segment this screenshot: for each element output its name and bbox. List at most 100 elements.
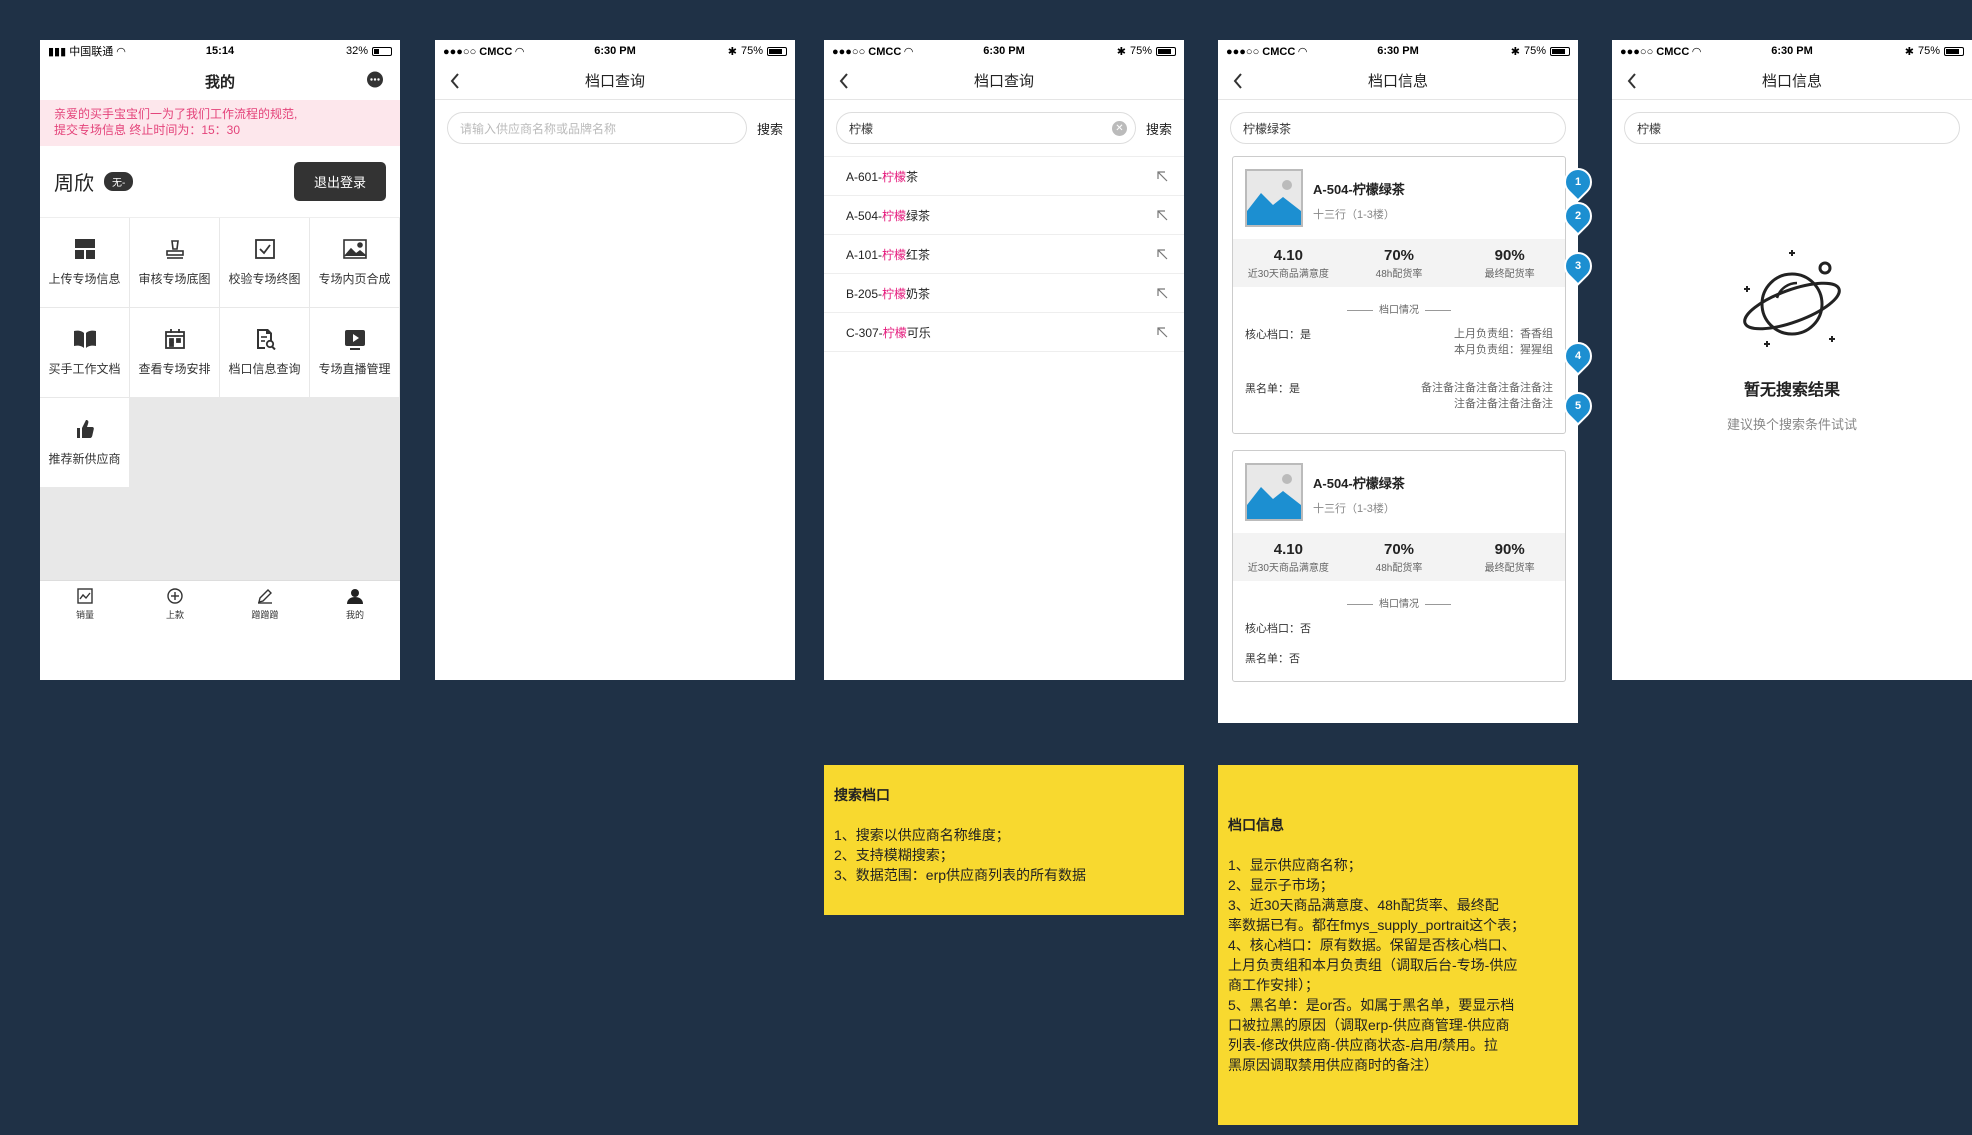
stats-row: 4.10 近30天商品满意度 70% 48h配货率 90% 最终配货率 <box>1233 239 1565 287</box>
empty-state: 暂无搜索结果 建议换个搜索条件试试 <box>1612 156 1972 433</box>
core-stall: 核心档口：否 <box>1245 623 1311 635</box>
suggestion-prefix: A-601- <box>846 169 883 184</box>
menu-review-base[interactable]: 审核专场底图 <box>130 218 219 307</box>
menu-area: 上传专场信息 审核专场底图 校验专场终图 专场内页合成 买手工作文档 查看专场安… <box>40 218 400 628</box>
suggestion-prefix: A-101- <box>846 247 883 262</box>
phone-stall-info: ●●●○○ CMCC ◠ 6:30 PM ✱ 75% 档口信息 柠檬绿茶 A-5… <box>1218 40 1598 723</box>
logout-button[interactable]: 退出登录 <box>293 162 386 201</box>
tab-ceng[interactable]: 蹭蹭蹭 <box>220 581 310 628</box>
tab-sales[interactable]: 销量 <box>40 581 130 628</box>
menu-label: 上传专场信息 <box>48 272 121 286</box>
menu-label: 档口信息查询 <box>228 362 301 376</box>
menu-live-manage[interactable]: 专场直播管理 <box>310 308 399 397</box>
carrier: CMCC <box>479 45 513 58</box>
note-line: 口被拉黑的原因（调取erp-供应商管理-供应商 <box>1228 1017 1510 1033</box>
back-icon[interactable] <box>834 71 854 91</box>
notice-line: 亲爱的买手宝宝们一为了我们工作流程的规范, <box>54 107 298 121</box>
nav-bar: 档口信息 <box>1218 62 1578 100</box>
this-month-group: 本月负责组：猩猩组 <box>1454 344 1553 356</box>
arrow-up-left-icon[interactable] <box>1156 248 1168 260</box>
back-icon[interactable] <box>1228 71 1248 91</box>
nav-bar: 档口查询 <box>435 62 795 100</box>
status-bar: ●●●○○ CMCC ◠ 6:30 PM ✱ 75% <box>435 40 795 62</box>
suggestion-item[interactable]: A-504-柠檬绿茶 <box>824 196 1184 235</box>
suggestion-highlight: 柠檬 <box>882 208 907 223</box>
back-icon[interactable] <box>445 71 465 91</box>
back-icon[interactable] <box>1622 71 1642 91</box>
arrow-up-left-icon[interactable] <box>1156 209 1168 221</box>
search-row: 柠檬 ✕ 搜索 <box>824 100 1184 156</box>
stat-final-rate: 90% 最终配货率 <box>1484 247 1535 280</box>
note-stall-info: 档口信息 1、显示供应商名称； 2、显示子市场； 3、近30天商品满意度、48h… <box>1218 765 1578 1125</box>
chat-icon[interactable] <box>366 71 384 93</box>
blacklist: 黑名单：否 <box>1245 653 1300 665</box>
page-title: 档口查询 <box>973 73 1034 90</box>
note-line: 黑原因调取禁用供应商时的备注） <box>1228 1057 1438 1073</box>
search-input[interactable]: 柠檬 <box>1624 112 1960 144</box>
stats-row: 4.10 近30天商品满意度 70% 48h配货率 90% 最终配货率 <box>1233 533 1565 581</box>
menu-stall-query[interactable]: 档口信息查询 <box>220 308 309 397</box>
note-line: 2、支持模糊搜索； <box>834 847 954 863</box>
doc-search-icon <box>256 329 276 350</box>
note-line: 上月负责组和本月负责组（调取后台-专场-供应 <box>1228 957 1518 973</box>
note-line: 商工作安排）； <box>1228 977 1319 993</box>
phone-stall-search: ●●●○○ CMCC ◠ 6:30 PM ✱ 75% 档口查询 请输入供应商名称… <box>435 40 795 680</box>
battery-icon <box>1156 46 1176 56</box>
battery-icon <box>372 46 392 56</box>
menu-label: 专场直播管理 <box>318 362 391 376</box>
suggestion-item[interactable]: C-307-柠檬可乐 <box>824 313 1184 352</box>
battery-percent: 32% <box>345 45 368 57</box>
suggestion-prefix: B-205- <box>846 286 883 301</box>
stall-market: 十三行（1-3楼） <box>1313 209 1395 221</box>
tab-upload[interactable]: 上款 <box>130 581 220 628</box>
search-button[interactable]: 搜索 <box>757 119 783 138</box>
menu-check-final[interactable]: 校验专场终图 <box>220 218 309 307</box>
stall-card[interactable]: A-504-柠檬绿茶 十三行（1-3楼） 4.10 近30天商品满意度 70% 48… <box>1232 156 1566 434</box>
search-input[interactable]: 柠檬 ✕ <box>836 112 1136 144</box>
tab-label: 我的 <box>345 610 364 620</box>
status-badge: 无- <box>104 172 134 191</box>
menu-grid: 上传专场信息 审核专场底图 校验专场终图 专场内页合成 买手工作文档 查看专场安… <box>40 218 400 487</box>
tab-label: 销量 <box>75 610 94 620</box>
note-line: 1、显示供应商名称； <box>1228 857 1362 873</box>
note-line: 3、数据范围：erp供应商列表的所有数据 <box>834 867 1087 883</box>
arrow-up-left-icon[interactable] <box>1156 287 1168 299</box>
note-line: 5、黑名单：是or否。如属于黑名单，要显示档 <box>1228 997 1515 1013</box>
remark: 注备注备注备注备注 <box>1454 398 1553 410</box>
tab-label: 蹭蹭蹭 <box>251 610 279 620</box>
search-row: 柠檬绿茶 <box>1218 100 1578 156</box>
layout-icon <box>74 239 95 259</box>
suggestion-item[interactable]: A-101-柠檬红茶 <box>824 235 1184 274</box>
stall-card[interactable]: A-504-柠檬绿茶 十三行（1-3楼） 4.10 近30天商品满意度 70% 48… <box>1232 450 1566 682</box>
suggestion-item[interactable]: A-601-柠檬茶 <box>824 157 1184 196</box>
remark: 备注备注备注备注备注备注 <box>1421 382 1553 394</box>
search-input[interactable]: 柠檬绿茶 <box>1230 112 1566 144</box>
stall-name: A-504-柠檬绿茶 <box>1313 182 1405 197</box>
suggestion-item[interactable]: B-205-柠檬奶茶 <box>824 274 1184 313</box>
suggestion-highlight: 柠檬 <box>882 325 907 340</box>
search-button[interactable]: 搜索 <box>1146 119 1172 138</box>
menu-compose-page[interactable]: 专场内页合成 <box>310 218 399 307</box>
menu-upload-info[interactable]: 上传专场信息 <box>40 218 129 307</box>
thumbs-up-icon <box>76 420 94 438</box>
section-title: 档口情况 <box>1233 595 1565 610</box>
menu-buyer-docs[interactable]: 买手工作文档 <box>40 308 129 397</box>
note-search-stall: 搜索档口 1、搜索以供应商名称维度； 2、支持模糊搜索； 3、数据范围：erp供… <box>824 765 1184 915</box>
suggestion-highlight: 柠檬 <box>882 169 907 184</box>
notice-line: 提交专场信息 终止时间为：15：30 <box>54 123 241 137</box>
menu-view-schedule[interactable]: 查看专场安排 <box>130 308 219 397</box>
stat-satisfaction: 4.10 近30天商品满意度 <box>1247 247 1329 280</box>
stat-final-rate: 90% 最终配货率 <box>1484 541 1535 574</box>
arrow-up-left-icon[interactable] <box>1156 170 1168 182</box>
clear-icon[interactable]: ✕ <box>1111 121 1127 136</box>
plus-circle-icon <box>167 588 183 604</box>
note-title: 搜索档口 <box>834 787 890 803</box>
arrow-up-left-icon[interactable] <box>1156 326 1168 338</box>
profile-row: 周欣 无- 退出登录 <box>40 146 400 218</box>
search-input[interactable]: 请输入供应商名称或品牌名称 <box>447 112 747 144</box>
carrier: CMCC <box>1262 45 1296 58</box>
search-value: 柠檬 <box>849 121 874 136</box>
menu-recommend-supplier[interactable]: 推荐新供应商 <box>40 398 129 487</box>
tab-mine[interactable]: 我的 <box>310 581 400 628</box>
stall-market: 十三行（1-3楼） <box>1313 503 1395 515</box>
